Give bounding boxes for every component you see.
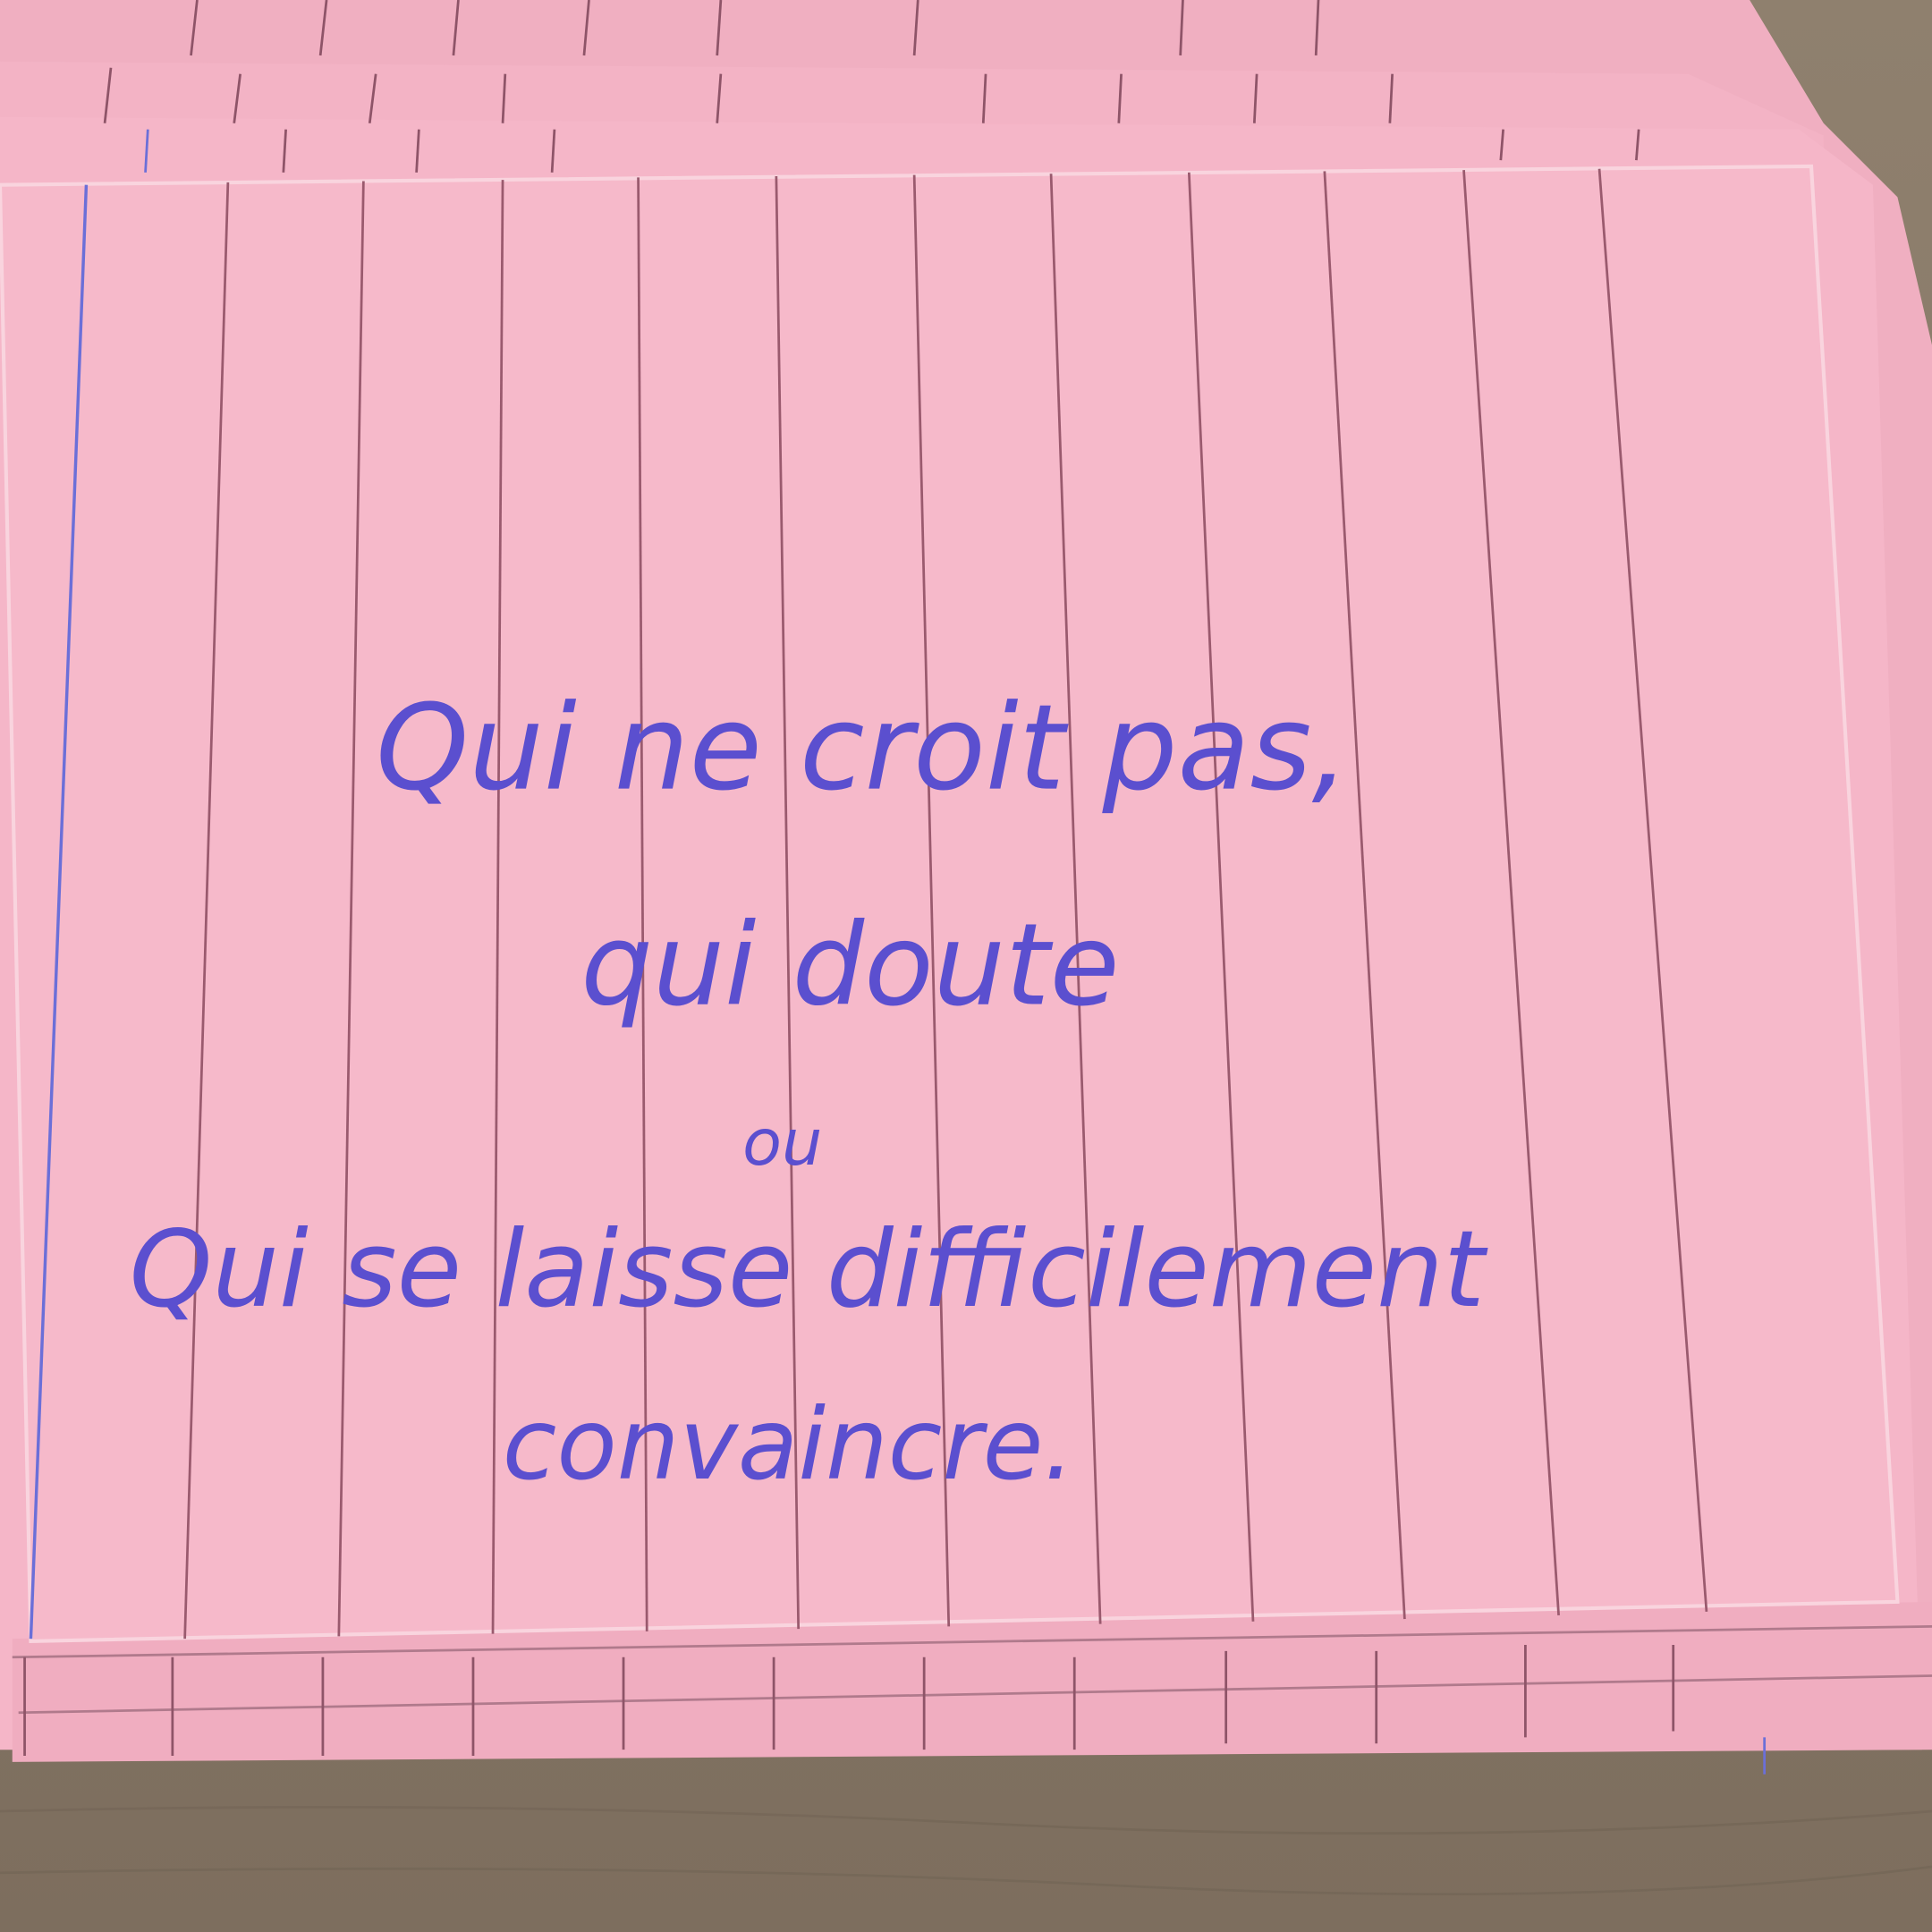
photo-index-card-stack: Qui ne croit pas, qui doute ou Qui se la…	[0, 0, 1932, 1932]
photo-canvas: Qui ne croit pas, qui doute ou Qui se la…	[0, 0, 1932, 1932]
quote-line-3: ou	[742, 1106, 822, 1180]
quote-line-5: convaincre.	[503, 1387, 1075, 1502]
quote-line-1: Qui ne croit pas,	[376, 680, 1349, 818]
quote-line-4: Qui se laisse difficilement	[130, 1208, 1489, 1331]
quote-line-2: qui doute	[580, 899, 1119, 1031]
